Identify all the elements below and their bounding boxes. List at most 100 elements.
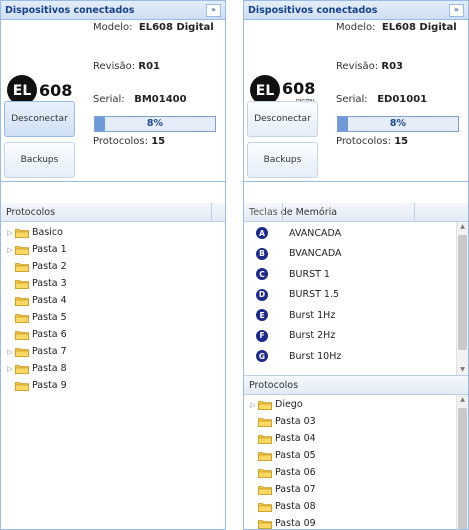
tree-item[interactable]: ▷ Pasta 1	[1, 241, 225, 258]
tree-item[interactable]: Pasta 05	[244, 447, 468, 464]
tree-item-label: Pasta 9	[32, 380, 67, 391]
tree-header: Protocolos	[1, 203, 225, 222]
tree-item-label: Pasta 07	[275, 484, 316, 495]
revision-label: Revisão:	[93, 61, 136, 72]
tree-item-label: Pasta 7	[32, 346, 67, 357]
memory-key-label: Burst 10Hz	[289, 350, 342, 362]
folder-icon	[15, 330, 29, 340]
key-letter-badge: E	[256, 309, 268, 322]
scroll-up-icon[interactable]: ▲	[457, 395, 468, 405]
revision-value: R03	[381, 61, 403, 72]
keys-header: Teclas de Memória	[244, 203, 468, 222]
svg-text:EL: EL	[13, 83, 32, 99]
tree-item[interactable]: Pasta 08	[244, 498, 468, 515]
folder-icon	[258, 485, 272, 495]
disconnect-button[interactable]: Desconectar	[4, 101, 75, 137]
tree-item[interactable]: Pasta 9	[1, 377, 225, 394]
tree-item[interactable]: Pasta 3	[1, 275, 225, 292]
folder-icon	[15, 313, 29, 323]
tree-item-label: Pasta 2	[32, 261, 67, 272]
expand-arrow-icon[interactable]: ▷	[5, 246, 15, 254]
svg-text:608: 608	[39, 81, 72, 100]
key-letter-badge: D	[256, 288, 268, 301]
tree-item[interactable]: ▷ Diego	[244, 396, 468, 413]
tree-item-label: Pasta 6	[32, 329, 67, 340]
memory-key-item[interactable]: F Burst 2Hz	[244, 326, 468, 347]
keys-scrollbar[interactable]: ▲ ▼	[456, 222, 468, 375]
progress-text: 8%	[389, 118, 407, 129]
tree-item-label: Diego	[275, 399, 303, 410]
device-panel-left: Dispositivos conectados » EL 608 Modelo:…	[0, 0, 226, 530]
expand-arrow-icon[interactable]: ▷	[5, 365, 15, 373]
folder-icon	[258, 502, 272, 512]
progress-bar: 8%	[94, 116, 216, 132]
model-value: EL608 Digital	[381, 22, 457, 33]
tree-item[interactable]: ▷ Basico	[1, 224, 225, 241]
scroll-thumb[interactable]	[458, 235, 467, 350]
expand-arrow-icon[interactable]: ▷	[5, 229, 15, 237]
tree-header: Protocolos	[244, 375, 468, 395]
tree-item-label: Pasta 03	[275, 416, 316, 427]
collapse-icon[interactable]: »	[206, 4, 221, 17]
backups-button[interactable]: Backups	[4, 142, 75, 178]
tree-item[interactable]: Pasta 07	[244, 481, 468, 498]
expand-arrow-icon[interactable]: ▷	[248, 401, 258, 409]
key-letter-badge: C	[256, 268, 268, 281]
serial-value: ED01001	[377, 94, 428, 105]
tree-item-label: Pasta 8	[32, 363, 67, 374]
folder-icon	[15, 279, 29, 289]
serial-value: BM01400	[134, 94, 187, 105]
memory-key-item[interactable]: G Burst 10Hz	[244, 346, 468, 367]
collapse-icon[interactable]: »	[449, 4, 464, 17]
panel-header: Dispositivos conectados »	[1, 1, 225, 20]
folder-icon	[258, 468, 272, 478]
column-divider	[211, 203, 212, 221]
tree-scrollbar[interactable]: ▲ ▼	[456, 395, 468, 529]
folder-icon	[15, 296, 29, 306]
folder-icon	[258, 451, 272, 461]
tree-item[interactable]: ▷ Pasta 7	[1, 343, 225, 360]
tree-item[interactable]: Pasta 03	[244, 413, 468, 430]
backups-button[interactable]: Backups	[247, 142, 318, 178]
revision-value: R01	[138, 61, 160, 72]
serial-label: Serial:	[93, 94, 125, 105]
tree-item[interactable]: Pasta 2	[1, 258, 225, 275]
expand-arrow-icon[interactable]: ▷	[5, 348, 15, 356]
tree-item[interactable]: Pasta 06	[244, 464, 468, 481]
protocols-count: 15	[394, 136, 409, 147]
disconnect-button[interactable]: Desconectar	[247, 101, 318, 137]
tree-item-label: Pasta 06	[275, 467, 316, 478]
memory-key-label: AVANCADA	[289, 227, 342, 239]
memory-key-label: BVANCADA	[289, 248, 342, 260]
memory-key-item[interactable]: D BURST 1.5	[244, 285, 468, 306]
device-info: EL 608 Modelo: EL608 Digital Revisão: R0…	[1, 20, 225, 182]
column-divider	[282, 203, 283, 221]
tree-item[interactable]: Pasta 09	[244, 515, 468, 529]
protocols-label: Protocolos:	[93, 136, 148, 147]
scroll-up-icon[interactable]: ▲	[457, 222, 468, 232]
folder-icon	[15, 262, 29, 272]
protocol-tree: ▷ Diego Pasta 03 Pasta 04 Pasta 05 Pasta 06 Pa…	[244, 395, 468, 529]
memory-key-item[interactable]: B BVANCADA	[244, 244, 468, 265]
model-label: Modelo:	[336, 22, 376, 33]
folder-icon	[15, 347, 29, 357]
key-letter-badge: G	[256, 350, 268, 363]
progress-bar: 8%	[337, 116, 459, 132]
scroll-down-icon[interactable]: ▼	[457, 365, 468, 375]
folder-icon	[258, 519, 272, 529]
memory-key-item[interactable]: A AVANCADA	[244, 223, 468, 244]
tree-item-label: Pasta 08	[275, 501, 316, 512]
tree-item[interactable]: Pasta 6	[1, 326, 225, 343]
tree-item-label: Pasta 3	[32, 278, 67, 289]
tree-item[interactable]: Pasta 5	[1, 309, 225, 326]
memory-key-item[interactable]: E Burst 1Hz	[244, 305, 468, 326]
memory-key-item[interactable]: C BURST 1	[244, 264, 468, 285]
tree-item[interactable]: Pasta 04	[244, 430, 468, 447]
tree-item-label: Basico	[32, 227, 63, 238]
tree-item[interactable]: Pasta 4	[1, 292, 225, 309]
svg-text:608: 608	[282, 79, 315, 98]
scroll-thumb[interactable]	[458, 408, 467, 529]
key-letter-badge: A	[256, 227, 268, 240]
model-value: EL608 Digital	[138, 22, 214, 33]
tree-item[interactable]: ▷ Pasta 8	[1, 360, 225, 377]
